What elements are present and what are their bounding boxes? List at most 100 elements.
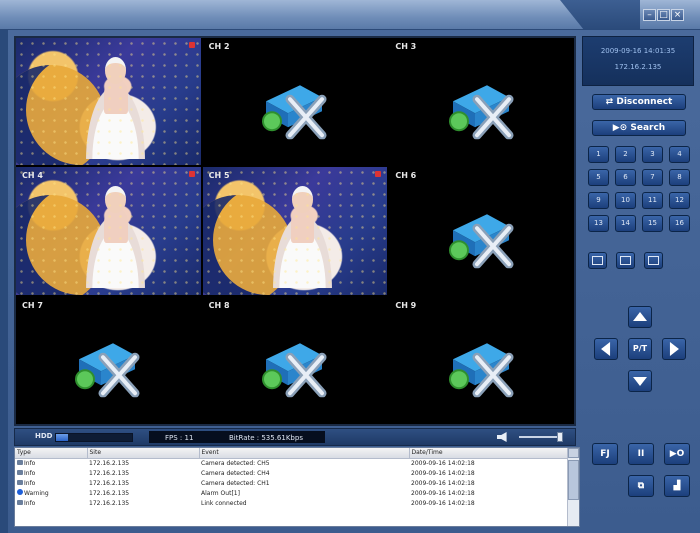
ptz-center-button[interactable]: P/T	[628, 338, 652, 360]
channel-label: CH 8	[208, 300, 230, 310]
log-column-header[interactable]: Site	[87, 448, 200, 459]
log-column-header[interactable]: Date/Time	[409, 448, 568, 459]
log-column-header[interactable]: Event	[199, 448, 410, 459]
feed-subject-dress	[86, 85, 146, 159]
camera-tile[interactable]: CH 3	[389, 38, 574, 166]
disconnected-indicator	[260, 77, 330, 140]
disconnected-indicator	[447, 206, 517, 269]
stream-stats: FPS : 11 BitRate : 535.61Kbps	[149, 431, 325, 443]
camera-tile[interactable]: CH 4	[16, 167, 201, 295]
channel-button[interactable]: 8	[669, 169, 690, 186]
log-type: Info	[15, 468, 87, 478]
ptz-up-button[interactable]	[628, 306, 652, 328]
snapshot-button[interactable]: ⧉	[628, 475, 654, 497]
scroll-thumb[interactable]	[568, 460, 579, 500]
channel-button[interactable]: 3	[642, 146, 663, 163]
log-row[interactable]: Warning 172.16.2.135 Alarm Out[1] 2009-09-1…	[15, 488, 567, 498]
feed-backdrop	[202, 194, 293, 295]
log-site: 172.16.2.135	[89, 459, 130, 467]
arrow-left-icon	[601, 342, 611, 356]
channel-button[interactable]: 13	[588, 215, 609, 232]
video-feed	[202, 167, 388, 295]
channel-label: CH 5	[208, 171, 230, 181]
feed-subject-head	[291, 186, 313, 213]
log-row[interactable]: Info 172.16.2.135 Camera detected: CH1 2009…	[15, 478, 567, 488]
log-event: Camera detected: CH4	[201, 469, 270, 477]
ptz-down-button[interactable]	[628, 370, 652, 392]
disconnect-button[interactable]: ⇄ Disconnect	[592, 94, 686, 110]
disconnect-label: Disconnect	[616, 97, 673, 107]
recording-indicator-icon	[188, 42, 195, 48]
play-next-button[interactable]: ▶O	[664, 443, 690, 465]
recording-indicator-icon	[375, 171, 382, 178]
record-button[interactable]: ▟	[664, 475, 690, 497]
snapshot-icon: ⧉	[637, 481, 645, 491]
event-log-table: Type Site Event Date/Time Info 172.16.2.135 C…	[15, 448, 568, 508]
channel-button[interactable]: 5	[588, 169, 609, 186]
video-feed	[16, 38, 201, 166]
channel-button[interactable]: 6	[615, 169, 636, 186]
log-row[interactable]: Info 172.16.2.135 Link connected 2009-09-16…	[15, 498, 567, 508]
feed-subject	[86, 57, 146, 159]
log-datetime: 2009-09-16 14:02:18	[411, 459, 475, 467]
channel-button[interactable]: 1	[588, 146, 609, 163]
feed-subject	[86, 186, 146, 289]
camera-tile[interactable]	[16, 38, 201, 166]
pause-button[interactable]: II	[628, 443, 654, 465]
arrow-up-icon	[633, 312, 647, 322]
log-type-text: Info	[24, 469, 36, 477]
ptz-left-button[interactable]	[594, 338, 618, 360]
video-grid: CH 2 CH 3 CH 4 CH 5 CH 6 CH 7 CH 8 CH 9	[14, 36, 576, 426]
minimize-button[interactable]: –	[643, 9, 656, 21]
channel-button[interactable]: 12	[669, 192, 690, 209]
channel-button[interactable]: 16	[669, 215, 690, 232]
volume-slider-knob[interactable]	[557, 432, 563, 442]
volume-icon[interactable]	[497, 432, 507, 442]
log-event: Camera detected: CH1	[201, 479, 270, 487]
log-datetime: 2009-09-16 14:02:18	[411, 499, 475, 507]
log-row[interactable]: Info 172.16.2.135 Camera detected: CH4 2009…	[15, 468, 567, 478]
camera-tile[interactable]: CH 9	[389, 296, 574, 424]
scroll-up-arrow-icon[interactable]	[568, 448, 579, 458]
log-row[interactable]: Info 172.16.2.135 Camera detected: CH5 2009…	[15, 458, 567, 468]
channel-button[interactable]: 15	[642, 215, 663, 232]
feed-subject-torso	[290, 208, 315, 244]
status-bar: HDD FPS : 11 BitRate : 535.61Kbps	[14, 428, 576, 446]
channel-button[interactable]: 7	[642, 169, 663, 186]
camera-tile[interactable]: CH 7	[16, 296, 201, 424]
log-event: Camera detected: CH5	[201, 459, 270, 467]
layout-4-button[interactable]	[588, 252, 607, 269]
channel-button[interactable]: 2	[615, 146, 636, 163]
camera-tile[interactable]: CH 6	[389, 167, 574, 295]
channel-button[interactable]: 4	[669, 146, 690, 163]
camera-tile[interactable]: CH 2	[202, 38, 388, 166]
log-column-header[interactable]: Type	[15, 448, 88, 459]
log-datetime: 2009-09-16 14:02:18	[411, 489, 475, 497]
channel-button-grid: 1 2 3 4 5 6 7 8 9 10 11 12 13 14 15 16	[588, 146, 696, 232]
channel-label: CH 3	[395, 42, 417, 51]
search-label: Search	[630, 123, 666, 133]
channel-button[interactable]: 9	[588, 192, 609, 209]
search-button[interactable]: ▶⊙ Search	[592, 120, 686, 136]
connected-ip: 172.16.2.135	[614, 63, 662, 71]
event-log-header: Type Site Event Date/Time	[15, 448, 568, 459]
channel-button[interactable]: 14	[615, 215, 636, 232]
maximize-button[interactable]: □	[657, 9, 670, 21]
fj-button[interactable]: FJ	[592, 443, 618, 465]
channel-button[interactable]: 11	[642, 192, 663, 209]
feed-backdrop	[16, 65, 106, 166]
disconnected-camera-icon	[448, 84, 514, 140]
layout-9-button[interactable]	[616, 252, 635, 269]
hdd-label: HDD	[35, 432, 53, 440]
event-log: Type Site Event Date/Time Info 172.16.2.135 C…	[14, 447, 580, 527]
camera-tile[interactable]: CH 5	[202, 167, 388, 295]
channel-button[interactable]: 10	[615, 192, 636, 209]
close-button[interactable]: ×	[671, 9, 684, 21]
ptz-right-button[interactable]	[662, 338, 686, 360]
event-log-scrollbar[interactable]	[567, 448, 579, 526]
camera-tile[interactable]: CH 8	[202, 296, 388, 424]
channel-label: CH 2	[208, 42, 230, 51]
feed-subject-torso	[103, 79, 128, 115]
layout-16-button[interactable]	[644, 252, 663, 269]
log-site: 172.16.2.135	[89, 479, 130, 487]
